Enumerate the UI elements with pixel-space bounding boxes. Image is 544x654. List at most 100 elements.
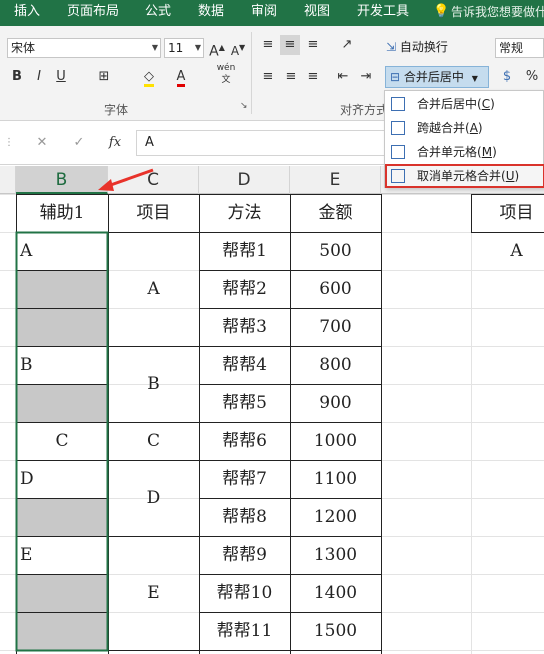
dialog-launcher-icon[interactable]: ↘	[240, 101, 248, 111]
merge-center-icon	[391, 97, 405, 111]
percent-icon[interactable]: %	[524, 67, 540, 87]
d-cell[interactable]: 帮帮6	[199, 422, 290, 460]
right-header-cell[interactable]: 项目	[471, 194, 544, 232]
e-cell[interactable]: 700	[290, 308, 381, 346]
menu-item-merge-cells[interactable]: 合并单元格(M)	[385, 140, 544, 164]
c-merged-cell[interactable]: C	[108, 422, 199, 460]
font-size-combo[interactable]: 11 ▼	[164, 38, 204, 58]
orientation-icon[interactable]: ↗	[336, 35, 358, 55]
enter-icon[interactable]: ✓	[69, 133, 89, 153]
b-cell[interactable]	[16, 574, 108, 612]
tab-review[interactable]: 审阅	[251, 0, 277, 26]
tell-me-search[interactable]: 告诉我您想要做什	[451, 0, 544, 26]
increase-font-icon[interactable]: A▲	[209, 38, 225, 60]
d-cell[interactable]: 帮帮1	[199, 232, 290, 270]
c-merged-cell[interactable]: B	[108, 346, 199, 422]
alignment-group-label: 对齐方式	[340, 103, 389, 117]
e-cell[interactable]: 800	[290, 346, 381, 384]
d-cell[interactable]: 帮帮9	[199, 536, 290, 574]
header-cell-c[interactable]: 项目	[108, 194, 199, 232]
merge-dropdown-menu: 合并后居中(C) 跨越合并(A) 合并单元格(M) 取消单元格合并(U)	[384, 90, 544, 188]
b-cell[interactable]: C	[16, 422, 108, 460]
menu-item-merge-center[interactable]: 合并后居中(C)	[385, 92, 544, 116]
merge-center-button[interactable]: ⊟ 合并后居中 ▼	[385, 66, 489, 88]
b-cell[interactable]	[16, 498, 108, 536]
chevron-down-icon[interactable]: ▼	[472, 74, 478, 83]
b-cell[interactable]	[16, 270, 108, 308]
merge-across-icon	[391, 121, 405, 135]
c-merged-cell[interactable]: E	[108, 536, 199, 650]
tab-formulas[interactable]: 公式	[145, 0, 171, 26]
e-cell[interactable]: 900	[290, 384, 381, 422]
phonetic-icon[interactable]: wén 文	[215, 62, 237, 85]
d-cell[interactable]: 帮帮3	[199, 308, 290, 346]
group-divider	[251, 32, 252, 114]
e-cell[interactable]: 1400	[290, 574, 381, 612]
column-header-d[interactable]: D	[199, 166, 290, 194]
d-cell[interactable]: 帮帮2	[199, 270, 290, 308]
b-cell[interactable]: B	[16, 346, 108, 384]
decrease-indent-icon[interactable]: ⇤	[334, 67, 352, 87]
merge-center-label: 合并后居中	[403, 70, 464, 84]
accounting-format-icon[interactable]: $	[497, 67, 517, 87]
insert-function-icon[interactable]: fx	[104, 133, 126, 153]
formula-input[interactable]: A	[136, 130, 386, 156]
align-middle-icon[interactable]: ≡	[280, 35, 300, 55]
wrap-text-button[interactable]: ⇲ 自动换行	[386, 37, 448, 57]
d-cell[interactable]: 帮帮10	[199, 574, 290, 612]
column-header-e[interactable]: E	[290, 166, 381, 194]
increase-indent-icon[interactable]: ⇥	[357, 67, 375, 87]
borders-icon[interactable]: ⊞	[95, 67, 113, 87]
namebox-splitter-icon[interactable]: ⋮	[4, 133, 14, 153]
b-cell[interactable]	[16, 308, 108, 346]
decrease-font-icon[interactable]: A▼	[230, 38, 246, 58]
align-left-icon[interactable]: ≡	[259, 67, 277, 87]
e-cell[interactable]: 1000	[290, 422, 381, 460]
tab-page-layout[interactable]: 页面布局	[67, 0, 119, 26]
d-cell[interactable]: 帮帮5	[199, 384, 290, 422]
italic-icon[interactable]: I	[31, 67, 47, 87]
number-format-combo[interactable]: 常规	[495, 38, 544, 58]
d-cell[interactable]: 帮帮7	[199, 460, 290, 498]
b-cell[interactable]	[16, 384, 108, 422]
right-value-cell[interactable]: A	[471, 232, 544, 270]
menu-item-unmerge-cells[interactable]: 取消单元格合并(U)	[385, 164, 544, 188]
bold-icon[interactable]: B	[9, 67, 25, 87]
cancel-icon[interactable]: ✕	[32, 133, 52, 153]
c-merged-cell[interactable]: D	[108, 460, 199, 536]
annotation-arrow-icon	[98, 168, 154, 191]
b-cell[interactable]: D	[16, 460, 108, 498]
align-top-icon[interactable]: ≡	[259, 35, 277, 55]
worksheet[interactable]: 辅助1 项目 方法 金额 项目 A A B C D E A B C D E 帮帮1 帮帮2 帮帮3 帮帮4…	[0, 194, 544, 654]
b-cell[interactable]: A	[16, 232, 108, 270]
chevron-down-icon: ▼	[194, 43, 201, 52]
d-cell[interactable]: 帮帮8	[199, 498, 290, 536]
c-merged-cell[interactable]: A	[108, 232, 199, 346]
align-center-icon[interactable]: ≡	[282, 67, 300, 87]
tab-data[interactable]: 数据	[198, 0, 224, 26]
e-cell[interactable]: 600	[290, 270, 381, 308]
d-cell[interactable]: 帮帮4	[199, 346, 290, 384]
d-cell[interactable]: 帮帮11	[199, 612, 290, 650]
align-right-icon[interactable]: ≡	[304, 67, 322, 87]
e-cell[interactable]: 1300	[290, 536, 381, 574]
b-cell[interactable]: E	[16, 536, 108, 574]
header-cell-d[interactable]: 方法	[199, 194, 290, 232]
e-cell[interactable]: 500	[290, 232, 381, 270]
underline-icon[interactable]: U	[53, 67, 69, 87]
header-cell-b[interactable]: 辅助1	[16, 194, 108, 232]
fill-color-icon[interactable]: ◇	[140, 67, 158, 87]
select-all-corner[interactable]	[0, 166, 16, 194]
align-bottom-icon[interactable]: ≡	[304, 35, 322, 55]
e-cell[interactable]: 1500	[290, 612, 381, 650]
b-cell[interactable]	[16, 612, 108, 650]
e-cell[interactable]: 1100	[290, 460, 381, 498]
font-color-icon[interactable]: A	[172, 67, 190, 87]
tab-insert[interactable]: 插入	[14, 0, 40, 26]
tab-view[interactable]: 视图	[304, 0, 330, 26]
header-cell-e[interactable]: 金额	[290, 194, 381, 232]
tab-developer[interactable]: 开发工具	[357, 0, 409, 26]
font-name-combo[interactable]: 宋体 ▼	[7, 38, 161, 58]
e-cell[interactable]: 1200	[290, 498, 381, 536]
menu-item-merge-across[interactable]: 跨越合并(A)	[385, 116, 544, 140]
